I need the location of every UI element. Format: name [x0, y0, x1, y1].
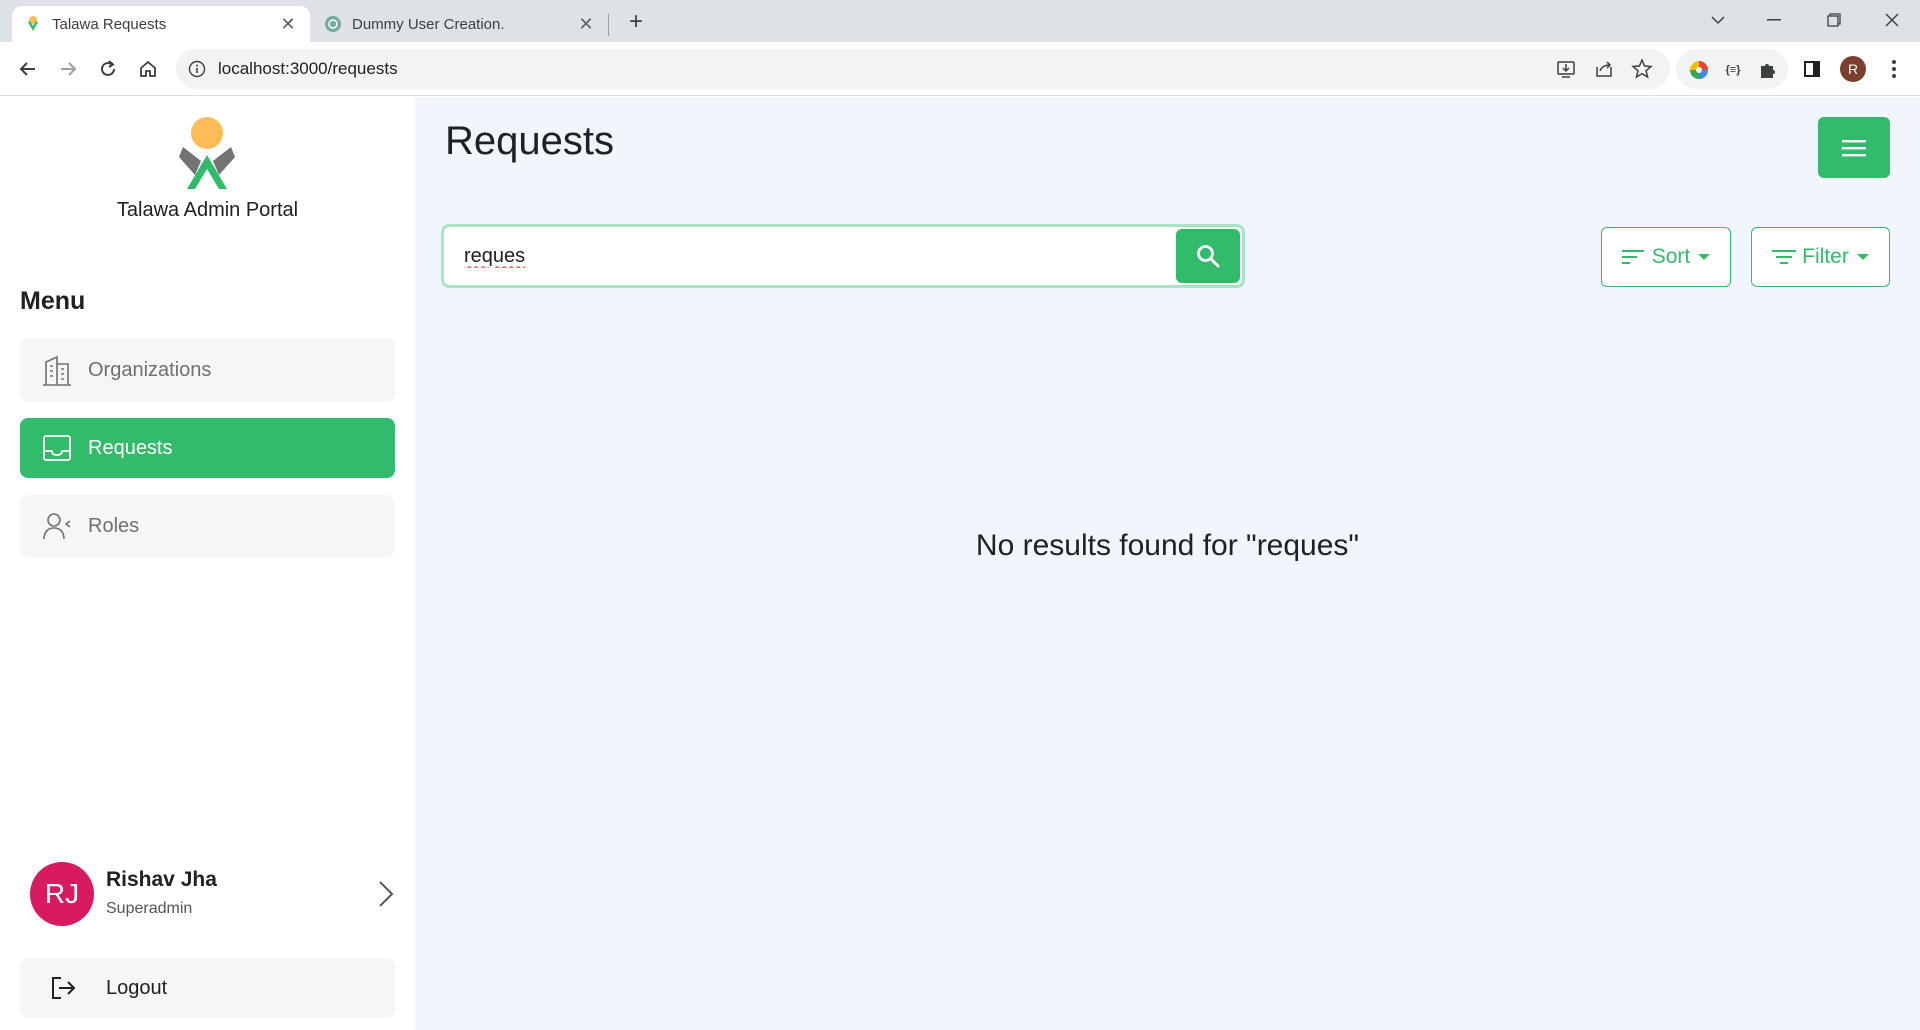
- sidebar-item-organizations[interactable]: Organizations: [20, 338, 395, 402]
- browser-tab-title: Dummy User Creation.: [352, 15, 505, 33]
- side-panel-icon[interactable]: [1796, 53, 1828, 85]
- sort-button[interactable]: Sort: [1601, 227, 1731, 287]
- logout-button[interactable]: Logout: [20, 958, 395, 1018]
- logout-label: Logout: [106, 976, 168, 999]
- inbox-icon: [42, 432, 72, 464]
- menu-title: Menu: [20, 287, 86, 315]
- search-icon: [1197, 245, 1220, 268]
- filter-button[interactable]: Filter: [1751, 227, 1890, 287]
- home-icon[interactable]: [132, 53, 164, 85]
- logout-icon: [52, 977, 76, 999]
- main-content: Requests Sort Filter No results found fo…: [415, 97, 1920, 1030]
- close-window-icon[interactable]: [1864, 0, 1920, 40]
- close-tab-icon[interactable]: ✕: [278, 14, 298, 34]
- chatgpt-favicon-icon: [325, 16, 341, 32]
- url-text: localhost:3000/requests: [218, 59, 398, 78]
- back-icon[interactable]: [12, 53, 44, 85]
- user-roles-icon: [42, 510, 72, 542]
- tab-search-chevron-icon[interactable]: [1690, 0, 1746, 40]
- reload-icon[interactable]: [92, 53, 124, 85]
- sidebar-item-label: Requests: [88, 436, 173, 459]
- search-box: [441, 224, 1245, 288]
- hamburger-menu-button[interactable]: [1818, 117, 1890, 178]
- browser-tab-talawa-requests[interactable]: Talawa Requests ✕: [12, 6, 310, 42]
- sidebar-item-requests[interactable]: Requests: [20, 418, 395, 478]
- sort-icon: [1621, 250, 1644, 264]
- forward-icon[interactable]: [52, 53, 84, 85]
- browser-tab-dummy-user[interactable]: Dummy User Creation. ✕: [312, 6, 608, 42]
- talawa-favicon-icon: [28, 16, 38, 31]
- page-title: Requests: [445, 119, 614, 163]
- sidebar-item-label: Roles: [88, 514, 140, 537]
- caret-down-icon: [1698, 254, 1711, 260]
- extensions-group: {≡}: [1676, 49, 1788, 89]
- avatar: RJ: [30, 862, 94, 926]
- color-picker-extension-icon[interactable]: [1688, 59, 1710, 81]
- search-input[interactable]: [444, 227, 1172, 285]
- no-results-message: No results found for "reques": [975, 529, 1360, 562]
- browser-tab-title: Talawa Requests: [52, 15, 167, 33]
- sidebar-item-label: Organizations: [88, 358, 212, 381]
- building-icon: [42, 354, 72, 386]
- address-bar[interactable]: localhost:3000/requests: [176, 49, 1670, 89]
- browser-toolbar: localhost:3000/requests {≡} R: [0, 42, 1920, 96]
- hamburger-icon: [1842, 139, 1866, 156]
- install-app-icon[interactable]: [1552, 55, 1580, 88]
- bookmark-star-icon[interactable]: [1628, 55, 1656, 88]
- user-profile-card[interactable]: RJ Rishav Jha Superadmin: [28, 860, 398, 930]
- extensions-puzzle-icon[interactable]: [1756, 59, 1778, 81]
- share-icon[interactable]: [1590, 55, 1618, 88]
- json-extension-icon[interactable]: {≡}: [1722, 59, 1744, 81]
- site-info-icon[interactable]: [188, 60, 206, 78]
- portal-name: Talawa Admin Portal: [116, 199, 299, 221]
- tab-separator: [608, 14, 609, 36]
- browser-menu-kebab-icon[interactable]: [1878, 53, 1910, 85]
- caret-down-icon: [1856, 254, 1869, 260]
- user-name: Rishav Jha: [106, 868, 217, 891]
- chevron-right-icon[interactable]: [372, 878, 398, 910]
- sidebar-item-roles[interactable]: Roles: [20, 495, 395, 557]
- filter-icon: [1772, 250, 1797, 264]
- restore-window-icon[interactable]: [1806, 0, 1862, 40]
- filter-label: Filter: [1802, 245, 1849, 268]
- browser-profile-avatar[interactable]: R: [1840, 56, 1866, 82]
- sidebar: Talawa Admin Portal Menu Organizations R…: [0, 97, 415, 1030]
- search-button[interactable]: [1176, 229, 1240, 283]
- new-tab-icon[interactable]: +: [622, 8, 650, 36]
- close-tab-icon[interactable]: ✕: [576, 14, 596, 34]
- user-role: Superadmin: [106, 900, 193, 917]
- minimize-window-icon[interactable]: [1746, 0, 1802, 40]
- browser-tab-strip: Talawa Requests ✕ Dummy User Creation. ✕…: [0, 0, 1920, 42]
- sort-label: Sort: [1651, 245, 1691, 268]
- talawa-logo-icon: [179, 117, 235, 189]
